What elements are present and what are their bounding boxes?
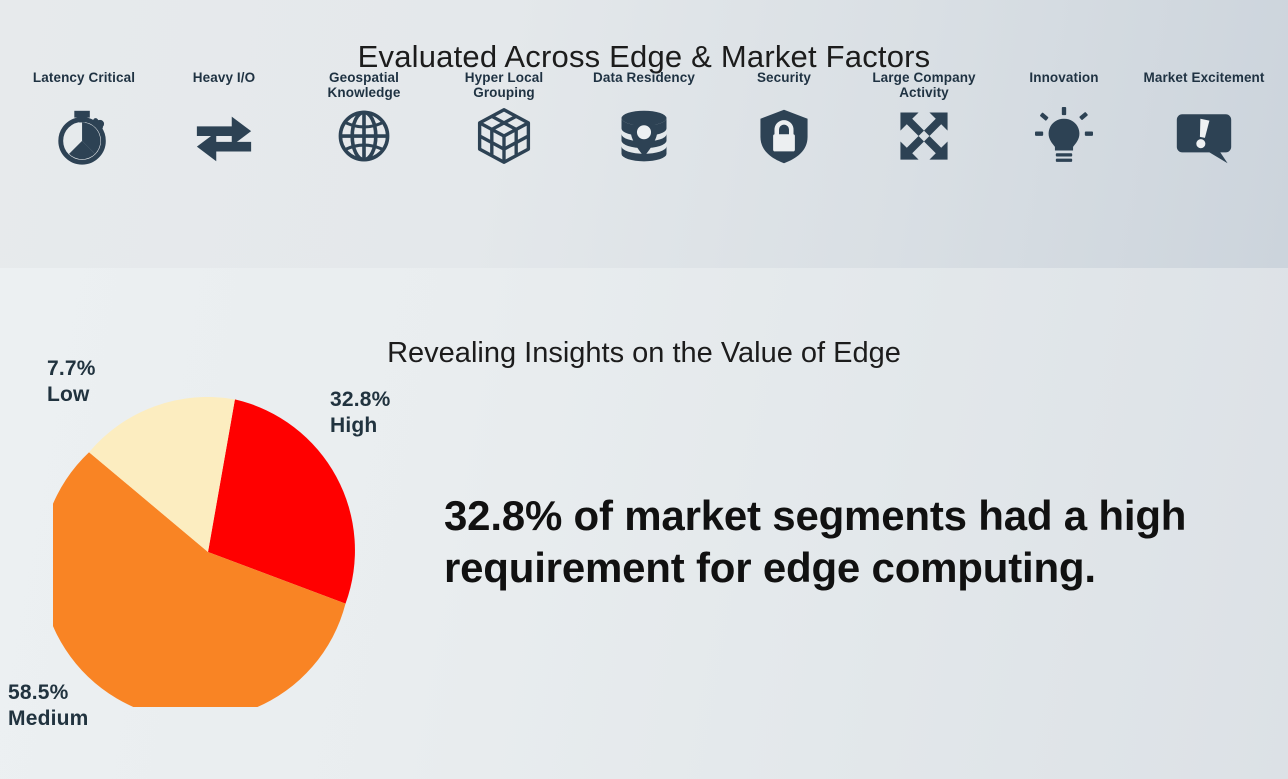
expand-arrows-icon bbox=[892, 104, 956, 168]
insight-headline: 32.8% of market segments had a high requ… bbox=[444, 492, 1187, 591]
shield-lock-icon bbox=[752, 104, 816, 168]
speech-bubble-exclamation-icon bbox=[1172, 104, 1236, 168]
factor-item-geospatial-knowledge: Geospatial Knowledge bbox=[294, 70, 434, 168]
cube-grid-icon bbox=[472, 104, 536, 168]
factor-label: Market Excitement bbox=[1143, 70, 1265, 85]
factor-label: Security bbox=[756, 70, 812, 85]
pie-label-low: 7.7% Low bbox=[47, 357, 96, 406]
pie-label-high: 32.8% High bbox=[330, 388, 391, 437]
factor-item-security: Security bbox=[714, 70, 854, 168]
stopwatch-icon bbox=[52, 104, 116, 168]
factor-item-large-company-activity: Large Company Activity bbox=[854, 70, 994, 168]
section-title: Revealing Insights on the Value of Edge bbox=[387, 337, 901, 370]
globe-icon bbox=[332, 104, 396, 168]
pie-svg bbox=[53, 397, 355, 707]
factor-item-heavy-io: Heavy I/O bbox=[154, 70, 294, 168]
factor-label: Large Company Activity bbox=[872, 70, 976, 100]
pie-label-medium: 58.5% Medium bbox=[8, 681, 89, 730]
edge-requirement-pie-chart bbox=[53, 397, 363, 707]
bidirectional-arrows-icon bbox=[192, 104, 256, 168]
infographic-canvas: Evaluated Across Edge & Market Factors L… bbox=[0, 0, 1288, 779]
factor-label: Geospatial Knowledge bbox=[327, 70, 401, 100]
factor-label: Latency Critical bbox=[32, 70, 136, 85]
factor-label: Data Residency bbox=[593, 70, 695, 85]
database-location-pin-icon bbox=[612, 104, 676, 168]
factor-list: Latency Critical Heavy I/O Geospatial Kn… bbox=[0, 70, 1288, 210]
factor-label: Innovation bbox=[1029, 70, 1099, 85]
factor-item-market-excitement: Market Excitement bbox=[1134, 70, 1274, 168]
factor-item-innovation: Innovation bbox=[994, 70, 1134, 168]
factor-item-latency-critical: Latency Critical bbox=[14, 70, 154, 168]
edge-factors-panel: Evaluated Across Edge & Market Factors L… bbox=[0, 0, 1288, 268]
factor-item-hyper-local-grouping: Hyper Local Grouping bbox=[434, 70, 574, 168]
factor-item-data-residency: Data Residency bbox=[574, 70, 714, 168]
factor-label: Hyper Local Grouping bbox=[464, 70, 544, 100]
lightbulb-icon bbox=[1032, 104, 1096, 168]
factor-label: Heavy I/O bbox=[192, 70, 256, 85]
